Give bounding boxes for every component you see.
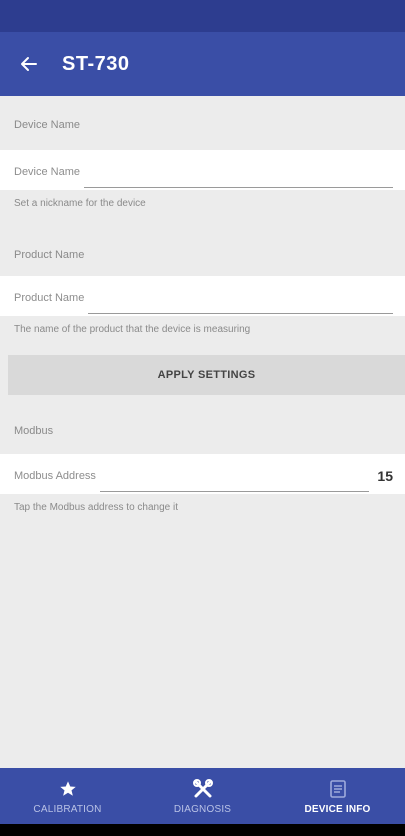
modbus-section-header: Modbus <box>0 408 405 454</box>
tools-icon <box>192 778 213 800</box>
product-name-field-label: Product Name <box>14 292 85 304</box>
nav-label-diagnosis: DIAGNOSIS <box>173 803 232 815</box>
product-name-input[interactable] <box>88 289 393 314</box>
device-name-input[interactable] <box>84 163 393 188</box>
modbus-hint: Tap the Modbus address to change it <box>0 494 405 520</box>
product-name-section-header: Product Name <box>0 232 405 278</box>
product-name-hint-text: The name of the product that the device … <box>14 323 251 335</box>
product-name-field[interactable]: Product Name <box>0 276 405 320</box>
device-name-hint-text: Set a nickname for the device <box>14 197 146 209</box>
product-name-section-title: Product Name <box>14 249 85 261</box>
modbus-hint-text: Tap the Modbus address to change it <box>14 501 178 513</box>
apply-settings-button[interactable]: APPLY SETTINGS <box>8 355 405 395</box>
modbus-address-input[interactable] <box>99 467 370 492</box>
system-navigation-bar <box>0 824 405 836</box>
app-bar: ST-730 <box>0 32 405 96</box>
device-info-icon <box>329 778 346 800</box>
star-icon <box>59 778 77 800</box>
device-name-section-header: Device Name <box>0 102 405 148</box>
nav-label-calibration: CALIBRATION <box>33 803 102 815</box>
back-arrow-icon[interactable] <box>14 55 44 73</box>
nav-item-calibration[interactable]: CALIBRATION <box>0 768 135 824</box>
device-name-hint: Set a nickname for the device <box>0 190 405 216</box>
modbus-address-value[interactable]: 15 <box>377 468 393 484</box>
page-title: ST-730 <box>62 52 130 75</box>
status-bar <box>0 0 405 32</box>
modbus-address-label: Modbus Address <box>14 470 96 482</box>
bottom-navigation: CALIBRATION DIAGNOSIS DEVICE INFO <box>0 768 405 824</box>
device-name-field-label: Device Name <box>14 166 81 178</box>
nav-label-device-info: DEVICE INFO <box>304 803 371 815</box>
nav-item-diagnosis[interactable]: DIAGNOSIS <box>135 768 270 824</box>
product-name-hint: The name of the product that the device … <box>0 316 405 342</box>
device-name-section-title: Device Name <box>14 119 81 131</box>
nav-item-device-info[interactable]: DEVICE INFO <box>270 768 405 824</box>
modbus-address-field[interactable]: Modbus Address 15 <box>0 454 405 498</box>
device-name-field[interactable]: Device Name <box>0 150 405 194</box>
modbus-section-title: Modbus <box>14 425 54 437</box>
